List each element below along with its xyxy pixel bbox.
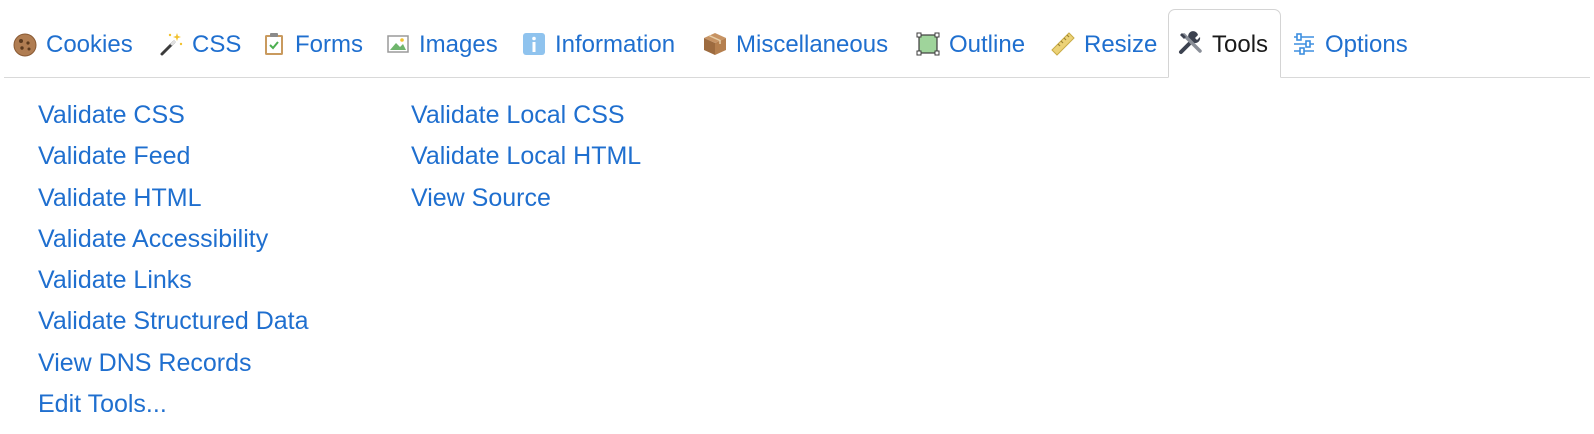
validate-accessibility-link[interactable]: Validate Accessibility: [38, 221, 309, 262]
clipboard-icon: [261, 31, 287, 57]
validate-local-css-link[interactable]: Validate Local CSS: [411, 97, 641, 138]
tab-label: CSS: [192, 30, 242, 58]
tab-label: Forms: [295, 30, 363, 58]
sliders-icon: [1291, 31, 1317, 57]
validate-local-html-link[interactable]: Validate Local HTML: [411, 138, 641, 179]
tab-miscellaneous[interactable]: Miscellaneous: [702, 9, 888, 78]
tab-css[interactable]: CSS: [158, 9, 241, 78]
validate-structured-data-link[interactable]: Validate Structured Data: [38, 303, 309, 344]
magic-wand-icon: [158, 31, 184, 57]
edit-tools-link[interactable]: Edit Tools...: [38, 386, 309, 427]
tab-label: Miscellaneous: [736, 30, 889, 58]
tab-label: Tools: [1212, 30, 1269, 58]
package-icon: [702, 31, 728, 57]
validate-links-link[interactable]: Validate Links: [38, 262, 309, 303]
validate-feed-link[interactable]: Validate Feed: [38, 138, 309, 179]
tab-outline[interactable]: Outline: [915, 9, 1025, 78]
tab-bar: Cookies CSS Forms Images Information Mis…: [0, 0, 1594, 79]
tools-panel: Validate CSS Validate Feed Validate HTML…: [0, 79, 1594, 434]
tab-label: Cookies: [46, 30, 133, 58]
ruler-icon: [1050, 31, 1076, 57]
tab-label: Options: [1325, 30, 1408, 58]
tab-images[interactable]: Images: [385, 9, 498, 78]
tab-label: Outline: [949, 30, 1026, 58]
tools-column-2: Validate Local CSS Validate Local HTML V…: [411, 97, 641, 221]
tab-options[interactable]: Options: [1291, 9, 1408, 78]
tab-forms[interactable]: Forms: [261, 9, 363, 78]
cookie-icon: [12, 31, 38, 57]
view-source-link[interactable]: View Source: [411, 180, 641, 221]
image-icon: [385, 31, 411, 57]
tab-label: Information: [555, 30, 676, 58]
validate-html-link[interactable]: Validate HTML: [38, 180, 309, 221]
tools-icon: [1178, 30, 1204, 57]
info-icon: [521, 31, 547, 57]
tab-cookies[interactable]: Cookies: [12, 9, 133, 78]
view-dns-records-link[interactable]: View DNS Records: [38, 345, 309, 386]
tab-label: Resize: [1084, 30, 1158, 58]
tab-label: Images: [419, 30, 498, 58]
tab-resize[interactable]: Resize: [1050, 9, 1157, 78]
tools-column-1: Validate CSS Validate Feed Validate HTML…: [38, 97, 309, 427]
tab-tools[interactable]: Tools: [1168, 9, 1281, 78]
outline-square-icon: [915, 31, 941, 57]
tab-information[interactable]: Information: [521, 9, 675, 78]
validate-css-link[interactable]: Validate CSS: [38, 97, 309, 138]
